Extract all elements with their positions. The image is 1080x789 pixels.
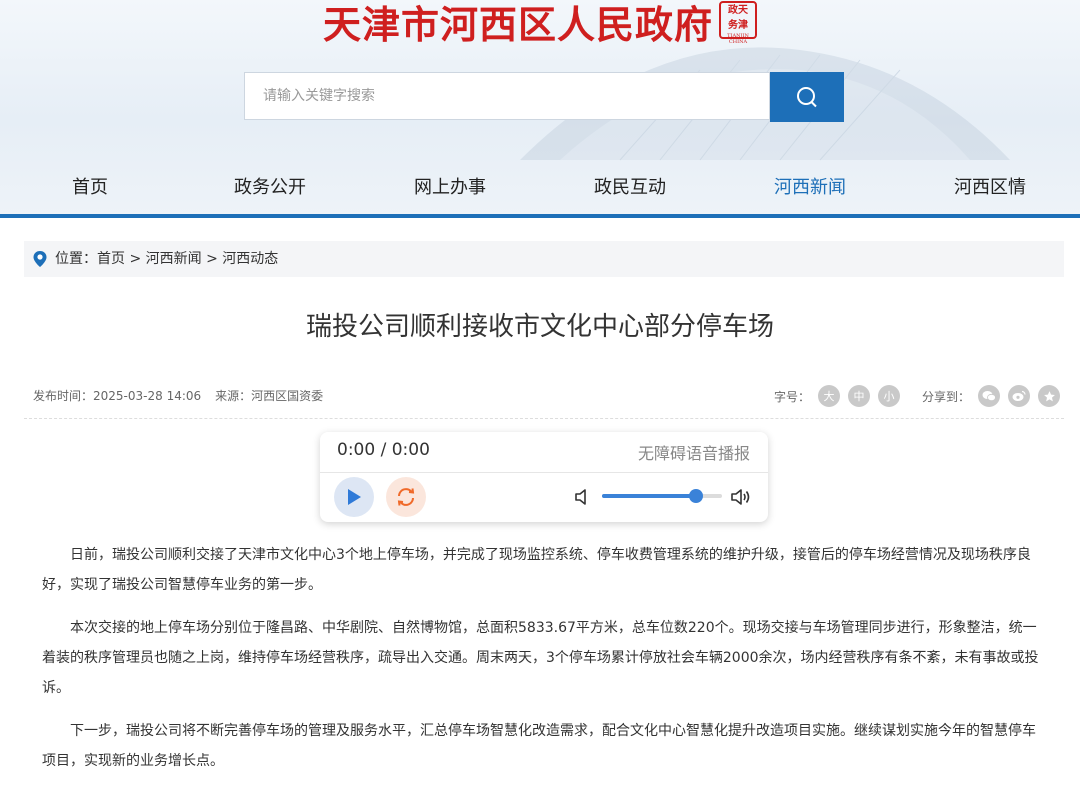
- source-label: 来源：: [215, 389, 252, 403]
- article-paragraph: 本次交接的地上停车场分别位于隆昌路、中华剧院、自然博物馆，总面积5833.67平…: [42, 620, 1039, 696]
- volume-high-icon: [731, 489, 750, 505]
- source-value: 河西区国资委: [251, 389, 324, 403]
- nav-interaction[interactable]: 政民互动: [540, 168, 720, 208]
- article-title: 瑞投公司顺利接收市文化中心部分停车场: [305, 312, 774, 342]
- search-bar: [244, 72, 844, 122]
- meta-divider: [24, 418, 1064, 419]
- audio-player: 0:00 / 0:00 无障碍语音播报: [320, 432, 768, 522]
- volume-low-icon: [575, 489, 586, 505]
- share-favorite-button[interactable]: [1038, 385, 1060, 407]
- player-time: 0:00 / 0:00: [337, 440, 430, 460]
- breadcrumb-current[interactable]: 河西动态: [222, 251, 278, 267]
- volume-fill: [602, 494, 696, 498]
- article-body: 日前，瑞投公司顺利交接了天津市文化中心3个地上停车场，并完成了现场监控系统、停车…: [42, 540, 1048, 789]
- wechat-icon: [982, 391, 996, 402]
- article-paragraph: 日前，瑞投公司顺利交接了天津市文化中心3个地上停车场，并完成了现场监控系统、停车…: [42, 547, 1031, 593]
- loop-button[interactable]: [386, 477, 426, 517]
- share-label: 分享到：: [921, 389, 970, 404]
- share-wechat-button[interactable]: [978, 385, 1000, 407]
- site-name: 天津市河西区人民政府: [322, 2, 713, 47]
- play-icon: [348, 489, 361, 505]
- volume-slider[interactable]: [602, 489, 722, 503]
- share-weibo-button[interactable]: [1008, 385, 1030, 407]
- nav-hexi-news[interactable]: 河西新闻: [720, 168, 900, 208]
- favorite-icon: [1043, 390, 1055, 401]
- nav-divider: [0, 214, 1080, 218]
- main-nav: 首页 政务公开 网上办事 政民互动 河西新闻 河西区情: [0, 168, 1080, 208]
- weibo-icon: [1012, 390, 1026, 401]
- article-meta: 发布时间：2025-03-28 14:06 来源：河西区国资委: [33, 387, 323, 404]
- nav-online-services[interactable]: 网上办事: [360, 168, 540, 208]
- breadcrumb-home[interactable]: 首页: [97, 251, 125, 267]
- publish-label: 发布时间：: [33, 389, 94, 403]
- font-size-medium-button[interactable]: 中: [847, 385, 870, 407]
- publish-time: 2025-03-28 14:06: [93, 389, 202, 403]
- play-button[interactable]: [334, 477, 374, 517]
- nav-gov-affairs[interactable]: 政务公开: [180, 168, 360, 208]
- seal-emblem: 政天 务津 TIANJIN CHINA: [719, 0, 757, 45]
- loop-icon: [397, 488, 415, 506]
- font-size-large-button[interactable]: 大: [817, 385, 840, 407]
- location-pin-icon: [33, 251, 47, 267]
- article-paragraph: 下一步，瑞投公司将不断完善停车场的管理及服务水平，汇总停车场智慧化改造需求，配合…: [42, 723, 1036, 769]
- search-button[interactable]: [770, 72, 844, 122]
- nav-home[interactable]: 首页: [0, 168, 180, 208]
- breadcrumb-prefix: 位置：: [55, 251, 97, 267]
- site-header: 天津市河西区人民政府政天务津TIANJIN CHINA 首页 政务公开 网上办事…: [0, 0, 1080, 218]
- font-size-small-button[interactable]: 小: [877, 385, 900, 407]
- breadcrumb-sep: >: [201, 251, 223, 267]
- player-divider: [320, 472, 768, 473]
- search-icon: [797, 87, 817, 108]
- font-size-label: 字号：: [773, 389, 810, 404]
- breadcrumb-sep: >: [125, 251, 146, 267]
- nav-district-info[interactable]: 河西区情: [900, 168, 1080, 208]
- player-label: 无障碍语音播报: [637, 444, 750, 463]
- site-logo[interactable]: 天津市河西区人民政府 政天 务津 TIANJIN CHINA: [0, 0, 1080, 49]
- breadcrumb-news[interactable]: 河西新闻: [146, 251, 202, 267]
- breadcrumb: 位置：首页 > 河西新闻 > 河西动态: [24, 241, 1064, 277]
- mute-button[interactable]: [574, 488, 590, 510]
- volume-knob[interactable]: [688, 489, 703, 503]
- search-input[interactable]: [244, 72, 770, 120]
- volume-max-button[interactable]: [730, 488, 752, 510]
- article-tools: 字号： 大 中 小 分享到：: [774, 382, 1060, 410]
